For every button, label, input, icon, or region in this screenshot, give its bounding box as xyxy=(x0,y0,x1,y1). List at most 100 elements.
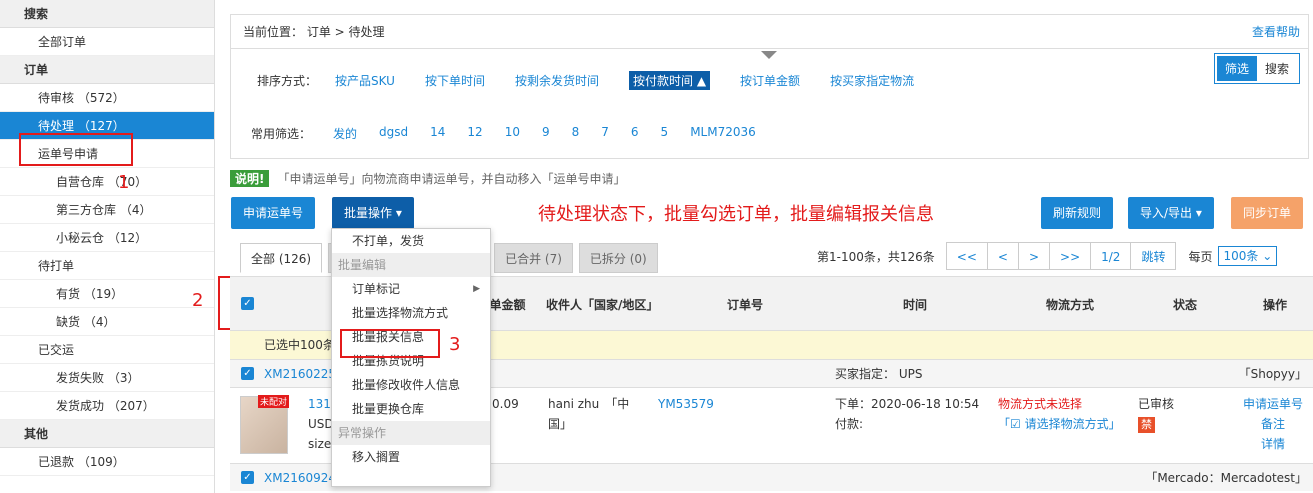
refresh-rules-button[interactable]: 刷新规则 xyxy=(1041,197,1114,229)
notice-badge: 说明! xyxy=(230,170,270,187)
per-page-label: 每页 xyxy=(1188,249,1213,264)
order-id[interactable]: XM2160225 xyxy=(264,360,336,388)
sort-by-buyer-logistics[interactable]: 按买家指定物流 xyxy=(830,72,914,89)
import-export-button[interactable]: 导入/导出 ▾ xyxy=(1128,197,1214,229)
first-page-button[interactable]: << xyxy=(945,242,988,270)
tab-all[interactable]: 全部 (126) xyxy=(240,243,323,273)
page-info: 第1-100条，共126条 xyxy=(817,249,935,264)
filter-option[interactable]: 6 xyxy=(631,125,639,142)
sidebar-item-out-of-stock[interactable]: 缺货 （4） xyxy=(0,308,214,336)
filter-option[interactable]: 5 xyxy=(661,125,669,142)
sidebar-item-in-stock[interactable]: 有货 （19） xyxy=(0,280,214,308)
annotation-note: 待处理状态下，批量勾选订单，批量编辑报关信息 xyxy=(538,204,934,225)
filter-option[interactable]: 发的 xyxy=(333,125,357,142)
help-link[interactable]: 查看帮助 xyxy=(1252,15,1300,49)
filter-toggle-button[interactable]: 筛选 xyxy=(1216,56,1257,81)
per-page-value: 100条 xyxy=(1223,249,1259,263)
filter-option[interactable]: MLM72036 xyxy=(690,125,756,142)
tab-split[interactable]: 已拆分 (0) xyxy=(578,243,658,273)
filter-option[interactable]: 12 xyxy=(467,125,482,142)
sort-by-order-time[interactable]: 按下单时间 xyxy=(425,72,485,89)
menu-item-batch-recipient[interactable]: 批量修改收件人信息 xyxy=(332,373,490,397)
annotation-number-1: 1 xyxy=(118,172,130,193)
menu-item-batch-logistics[interactable]: 批量选择物流方式 xyxy=(332,301,490,325)
choose-logistics-link[interactable]: 「☑ 请选择物流方式」 xyxy=(998,414,1123,434)
sidebar-item-cloud-warehouse[interactable]: 小秘云仓 （12） xyxy=(0,224,214,252)
menu-item-label: 订单标记 xyxy=(352,282,401,296)
filter-option[interactable]: 8 xyxy=(572,125,580,142)
sort-by-sku[interactable]: 按产品SKU xyxy=(335,72,395,89)
page-indicator[interactable]: 1/2 xyxy=(1090,242,1132,270)
highlight-box-sidebar xyxy=(19,133,133,166)
order-checkbox[interactable]: ✓ xyxy=(241,471,254,484)
per-page-select[interactable]: 100条 ⌄ xyxy=(1218,246,1278,266)
notice-bar: 说明! 「申请运单号」向物流商申请运单号，并自动移入「运单号申请」 xyxy=(230,170,626,187)
th-recipient: 收件人「国家/地区」 xyxy=(546,298,659,312)
sidebar-item-to-print[interactable]: 待打单 xyxy=(0,252,214,280)
annotation-number-2: 2 xyxy=(192,290,204,311)
menu-item-move-hold[interactable]: 移入搁置 xyxy=(332,445,490,469)
sidebar-item-refunded[interactable]: 已退款 （109） xyxy=(0,448,214,476)
th-status: 状态 xyxy=(1172,298,1197,312)
sidebar-head-other: 其他 xyxy=(0,420,214,448)
store-name: 「Shopyy」 xyxy=(1238,367,1307,381)
sync-orders-button[interactable]: 同步订单 xyxy=(1231,197,1304,229)
recipient: hani zhu 「中国」 xyxy=(548,397,630,431)
menu-item-ship-without-print[interactable]: 不打单，发货 xyxy=(332,229,490,253)
filter-search-toggle: 筛选 搜索 xyxy=(1213,53,1300,84)
sidebar-item-ship-success[interactable]: 发货成功 （207） xyxy=(0,392,214,420)
pagination: 第1-100条，共126条 << < > >> 1/2 跳转 每页 100条 ⌄ xyxy=(817,242,1278,270)
sidebar-item-shipped[interactable]: 已交运 xyxy=(0,336,214,364)
menu-item-order-mark[interactable]: 订单标记 ▶ xyxy=(332,277,490,301)
last-page-button[interactable]: >> xyxy=(1049,242,1092,270)
sidebar-item-third-warehouse[interactable]: 第三方仓库 （4） xyxy=(0,196,214,224)
breadcrumb: 当前位置： 订单 > 待处理 xyxy=(231,15,1308,49)
sidebar-item-own-warehouse[interactable]: 自营仓库 （70） xyxy=(0,168,214,196)
filter-option[interactable]: dgsd xyxy=(379,125,408,142)
apply-waybill-button[interactable]: 申请运单号 xyxy=(231,197,316,229)
search-toggle-button[interactable]: 搜索 xyxy=(1256,56,1297,81)
chevron-down-icon: ⌄ xyxy=(1262,249,1273,263)
sidebar: 搜索 全部订单 订单 待审核 （572） 待处理 （127） 运单号申请 自营仓… xyxy=(0,0,215,493)
jump-button[interactable]: 跳转 xyxy=(1130,242,1177,270)
sidebar-item-all-orders[interactable]: 全部订单 xyxy=(0,28,214,56)
th-actions: 操作 xyxy=(1262,298,1287,312)
apply-waybill-link[interactable]: 申请运单号 xyxy=(1238,394,1308,414)
menu-group-exception: 异常操作 xyxy=(332,421,490,445)
sort-row: 排序方式： 按产品SKU 按下单时间 按剩余发货时间 按付款时间 ▲ 按订单金额… xyxy=(257,71,944,90)
common-filter-row: 常用筛选： 发的 dgsd 14 12 10 9 8 7 6 5 MLM7203… xyxy=(251,125,778,142)
sort-by-remaining-time[interactable]: 按剩余发货时间 xyxy=(515,72,599,89)
collapse-arrow-icon[interactable] xyxy=(761,51,777,59)
remark-link[interactable]: 备注 xyxy=(1238,414,1308,434)
sort-by-payment-time[interactable]: 按付款时间 ▲ xyxy=(629,71,711,90)
sidebar-item-pending-review[interactable]: 待审核 （572） xyxy=(0,84,214,112)
sidebar-item-ship-failed[interactable]: 发货失败 （3） xyxy=(0,364,214,392)
order-number[interactable]: YM53579 xyxy=(658,394,714,414)
sort-by-amount[interactable]: 按订单金额 xyxy=(740,72,800,89)
product-thumbnail[interactable]: 未配对 xyxy=(240,395,289,454)
details-link[interactable]: 详情 xyxy=(1238,434,1308,454)
highlight-box-customs xyxy=(340,329,440,358)
filter-option[interactable]: 10 xyxy=(505,125,520,142)
order-time: 下单：2020-06-18 10:54 xyxy=(835,397,980,411)
prev-page-button[interactable]: < xyxy=(986,242,1019,270)
th-time: 时间 xyxy=(902,298,927,312)
menu-item-batch-warehouse[interactable]: 批量更换仓库 xyxy=(332,397,490,421)
order-checkbox[interactable]: ✓ xyxy=(241,367,254,380)
logistics-warning: 物流方式未选择 xyxy=(998,397,1083,411)
th-logistics: 物流方式 xyxy=(1045,298,1094,312)
sidebar-head-search: 搜索 xyxy=(0,0,214,28)
order-id[interactable]: XM2160924 xyxy=(264,464,336,492)
next-page-button[interactable]: > xyxy=(1017,242,1051,270)
th-amount: 单金额 xyxy=(489,298,526,312)
select-all-checkbox[interactable]: ✓ xyxy=(241,297,254,310)
filter-option[interactable]: 9 xyxy=(542,125,550,142)
logistics-cell: 物流方式未选择 「☑ 请选择物流方式」 xyxy=(998,394,1123,434)
order-amount: 0.09 xyxy=(492,397,519,411)
status-text: 已审核 xyxy=(1138,397,1175,411)
store-name: 「Mercado：Mercadotest」 xyxy=(1145,471,1307,485)
filter-option[interactable]: 14 xyxy=(430,125,445,142)
batch-operations-button[interactable]: 批量操作 ▾ xyxy=(332,197,414,229)
tab-merged[interactable]: 已合并 (7) xyxy=(494,243,573,273)
filter-option[interactable]: 7 xyxy=(601,125,609,142)
